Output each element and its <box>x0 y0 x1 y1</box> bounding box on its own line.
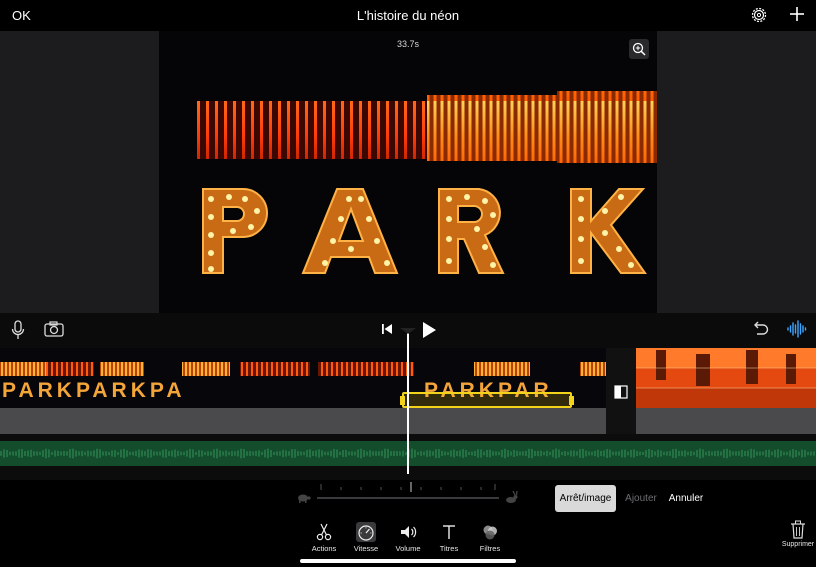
playhead[interactable] <box>407 332 409 474</box>
viewer-side-left <box>0 31 159 313</box>
text-icon <box>443 525 455 539</box>
viewer-side-right <box>657 31 816 313</box>
filters-icon <box>483 525 497 540</box>
hare-icon <box>506 491 518 503</box>
gear-icon[interactable] <box>750 6 768 24</box>
turtle-icon <box>298 494 311 503</box>
freeze-frame-button[interactable]: Arrêt/image <box>555 485 616 512</box>
speed-range-handle-left[interactable] <box>400 396 405 405</box>
project-title: L'histoire du néon <box>356 8 460 23</box>
delete-button[interactable]: Supprimer <box>780 520 816 556</box>
audio-waveform-icon[interactable] <box>786 318 808 340</box>
tool-volume-label: Volume <box>395 544 421 553</box>
clip2-speed-row <box>636 408 816 434</box>
speed-slider[interactable] <box>317 497 499 499</box>
timecode-label: 33.7s <box>396 39 420 49</box>
tool-titles-label: Titres <box>439 544 459 553</box>
delete-label: Supprimer <box>781 541 815 548</box>
scissors-icon <box>316 523 332 541</box>
add-speed-range-button[interactable]: Ajouter <box>623 485 659 512</box>
skip-to-start-icon[interactable] <box>380 321 394 337</box>
microphone-icon[interactable] <box>10 319 26 341</box>
speaker-icon <box>401 526 417 538</box>
speed-range-handle-right[interactable] <box>569 396 574 405</box>
top-bar: OK L'histoire du néon <box>0 0 816 31</box>
tool-volume[interactable]: Volume <box>385 520 431 556</box>
tool-speed-label: Vitesse <box>353 544 379 553</box>
undo-icon[interactable] <box>750 319 770 339</box>
tool-actions-label: Actions <box>311 544 337 553</box>
clip2-thumbnails <box>636 348 816 408</box>
plus-icon[interactable] <box>788 5 806 23</box>
play-icon[interactable] <box>420 320 438 340</box>
speed-range-selection[interactable] <box>400 392 574 408</box>
trash-icon <box>791 520 805 539</box>
cancel-button[interactable]: Annuler <box>665 485 707 512</box>
preview-neon-sign-image <box>159 31 657 313</box>
camera-icon[interactable] <box>43 320 65 338</box>
tool-actions[interactable]: Actions <box>301 520 347 556</box>
playhead-marker <box>400 328 416 334</box>
clip-thumbnail-text: PARKPARKPA <box>2 379 186 402</box>
clip-speed-row <box>0 408 606 434</box>
speed-slider-ticks <box>320 482 496 492</box>
speedometer-icon <box>356 522 376 542</box>
home-indicator <box>300 559 516 563</box>
speed-editor: Arrêt/image Ajouter Annuler Actions Vite… <box>0 480 816 567</box>
tool-filters-label: Filtres <box>479 544 501 553</box>
transition-icon[interactable] <box>614 385 628 399</box>
timeline[interactable]: PARKPARKPA PARKPAR <box>0 328 816 480</box>
video-clip-factory[interactable] <box>636 348 816 408</box>
zoom-in-icon[interactable] <box>629 39 649 59</box>
tool-titles[interactable]: Titres <box>426 520 472 556</box>
video-preview[interactable]: 33.7s <box>159 31 657 313</box>
tool-filters[interactable]: Filtres <box>467 520 513 556</box>
tool-speed[interactable]: Vitesse <box>343 520 389 556</box>
